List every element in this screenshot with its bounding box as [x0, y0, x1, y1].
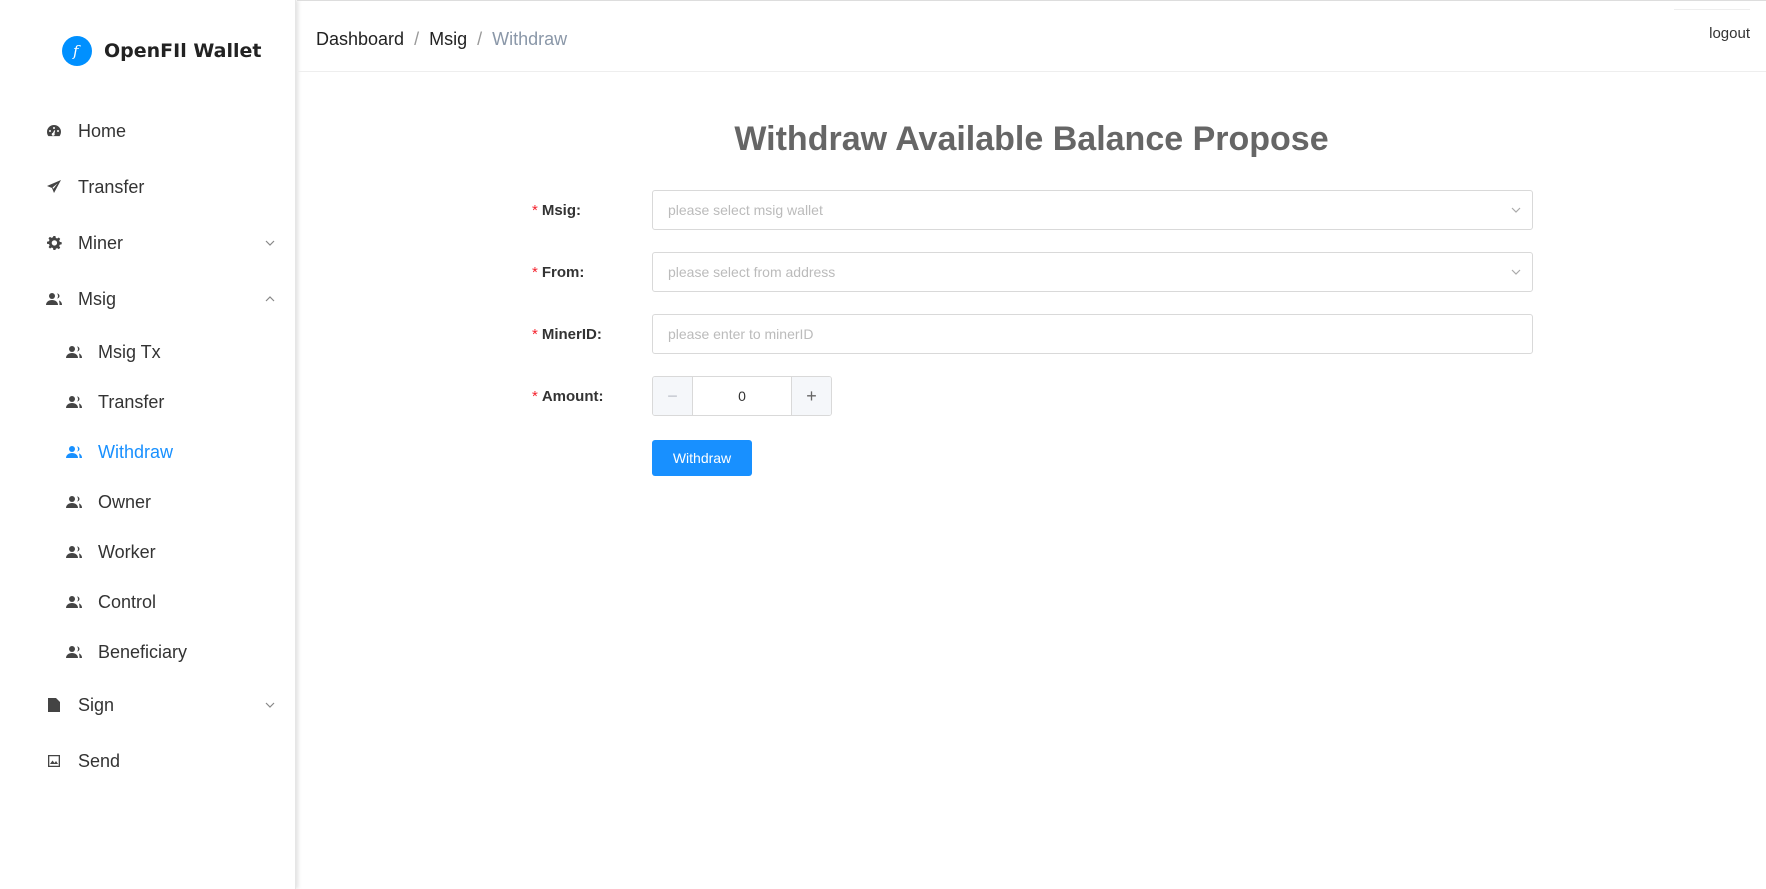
- sidebar-item-home[interactable]: Home: [0, 103, 296, 159]
- sidebar-item-transfer[interactable]: Transfer: [0, 159, 296, 215]
- sidebar-subitem-transfer[interactable]: Transfer: [0, 377, 296, 427]
- sidebar-item-label: Transfer: [78, 176, 145, 197]
- sidebar-item-send[interactable]: Send: [0, 733, 296, 789]
- form-row-minerid: * MinerID:: [532, 314, 1533, 354]
- sidebar-item-miner[interactable]: Miner: [0, 215, 296, 271]
- sidebar-subitem-label: Transfer: [98, 391, 165, 412]
- amount-value[interactable]: 0: [693, 377, 791, 415]
- amount-stepper: − 0 +: [652, 376, 832, 416]
- required-mark: *: [532, 387, 538, 405]
- sidebar-item-label: Msig: [78, 288, 117, 309]
- filecoin-logo-icon: f: [62, 36, 92, 66]
- logout-button[interactable]: logout: [1674, 9, 1750, 57]
- required-mark: *: [532, 263, 538, 281]
- users-icon: [46, 291, 62, 307]
- brand[interactable]: f OpenFIl Wallet: [62, 36, 261, 66]
- minerid-label: * MinerID:: [532, 325, 602, 343]
- users-icon: [66, 644, 82, 660]
- svg-text:f: f: [72, 42, 81, 60]
- decrement-button[interactable]: −: [653, 377, 693, 415]
- gear-icon: [46, 235, 62, 251]
- breadcrumb-separator: /: [414, 29, 420, 49]
- breadcrumb-current: Withdraw: [492, 29, 568, 49]
- image-icon: [46, 753, 62, 769]
- users-icon: [66, 544, 82, 560]
- msig-label: * Msig:: [532, 201, 582, 219]
- msig-submenu: Msig Tx Transfer Withdraw Owner Worker C…: [0, 327, 296, 677]
- from-label: * From:: [532, 263, 585, 281]
- dashboard-icon: [46, 123, 62, 139]
- form-row-from: * From: please select from address: [532, 252, 1533, 292]
- sidebar-item-label: Home: [78, 120, 127, 141]
- required-mark: *: [532, 201, 538, 219]
- breadcrumb-separator: /: [477, 29, 483, 49]
- chevron-down-icon: [1511, 269, 1521, 275]
- sidebar-subitem-label: Beneficiary: [98, 641, 188, 662]
- from-select-placeholder: please select from address: [668, 264, 836, 280]
- sidebar-subitem-label: Withdraw: [98, 441, 174, 462]
- increment-button[interactable]: +: [791, 377, 831, 415]
- sidebar-item-label: Sign: [78, 694, 115, 715]
- required-mark: *: [532, 325, 538, 343]
- sidebar: f OpenFIl Wallet Home Transfer Miner Msi…: [0, 0, 296, 889]
- chevron-down-icon: [265, 702, 275, 708]
- sidebar-subitem-worker[interactable]: Worker: [0, 527, 296, 577]
- users-icon: [66, 444, 82, 460]
- breadcrumb-dashboard[interactable]: Dashboard: [316, 29, 404, 50]
- sidebar-subitem-label: Worker: [98, 541, 156, 562]
- sidebar-subitem-msig-tx[interactable]: Msig Tx: [0, 327, 296, 377]
- chevron-down-icon: [265, 240, 275, 246]
- sidebar-subitem-label: Msig Tx: [98, 341, 161, 362]
- msig-select-placeholder: please select msig wallet: [668, 202, 823, 218]
- minerid-input[interactable]: [652, 314, 1533, 354]
- document-icon: [46, 697, 62, 713]
- chevron-down-icon: [1511, 207, 1521, 213]
- users-icon: [66, 494, 82, 510]
- from-select[interactable]: please select from address: [652, 252, 1533, 292]
- users-icon: [66, 344, 82, 360]
- form-row-amount: * Amount: − 0 +: [532, 376, 832, 416]
- sidebar-subitem-owner[interactable]: Owner: [0, 477, 296, 527]
- top-header: Dashboard / Msig / Withdraw logout: [297, 0, 1766, 72]
- withdraw-button[interactable]: Withdraw: [652, 440, 752, 476]
- sidebar-item-label: Send: [78, 750, 121, 771]
- amount-label: * Amount:: [532, 387, 604, 405]
- users-icon: [66, 594, 82, 610]
- sidebar-item-sign[interactable]: Sign: [0, 677, 296, 733]
- sidebar-subitem-label: Owner: [98, 491, 152, 512]
- page-title: Withdraw Available Balance Propose: [734, 120, 1329, 158]
- sidebar-subitem-beneficiary[interactable]: Beneficiary: [0, 627, 296, 677]
- sidebar-subitem-withdraw[interactable]: Withdraw: [0, 427, 296, 477]
- send-icon: [46, 179, 62, 195]
- breadcrumb: Dashboard / Msig / Withdraw: [316, 29, 567, 50]
- sidebar-subitem-label: Control: [98, 591, 157, 612]
- sidebar-item-label: Miner: [78, 232, 124, 253]
- form-row-msig: * Msig: please select msig wallet: [532, 190, 1533, 230]
- sidebar-menu: Home Transfer Miner Msig Msig Tx Transfe…: [0, 103, 296, 789]
- breadcrumb-msig[interactable]: Msig: [429, 29, 467, 50]
- app-name: OpenFIl Wallet: [104, 40, 262, 62]
- chevron-up-icon: [265, 296, 275, 302]
- sidebar-subitem-control[interactable]: Control: [0, 577, 296, 627]
- users-icon: [66, 394, 82, 410]
- msig-select[interactable]: please select msig wallet: [652, 190, 1533, 230]
- sidebar-item-msig[interactable]: Msig: [0, 271, 296, 327]
